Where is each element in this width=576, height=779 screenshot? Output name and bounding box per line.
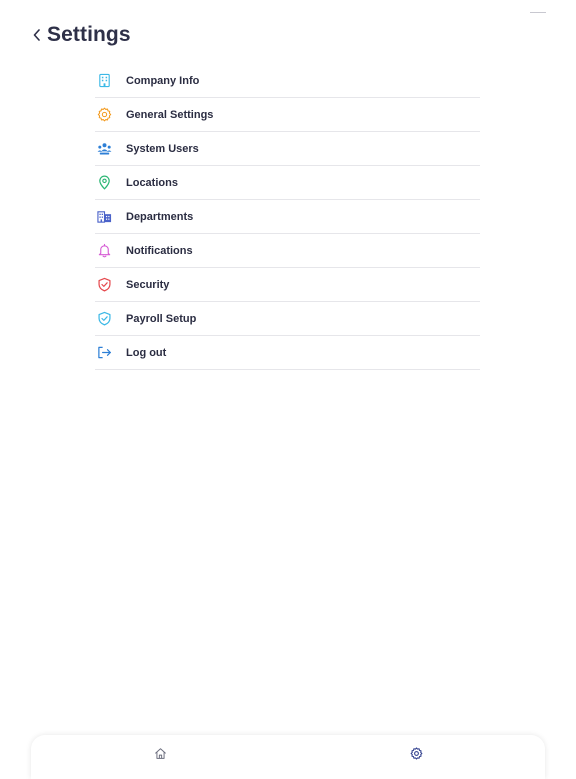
menu-item-label: General Settings — [126, 108, 214, 121]
menu-item-label: Departments — [126, 210, 194, 223]
map-pin-icon — [95, 174, 113, 192]
menu-item-label: Security — [126, 278, 170, 291]
users-icon — [95, 140, 113, 158]
menu-item-label: Notifications — [126, 244, 193, 257]
menu-item-general-settings[interactable]: General Settings — [95, 98, 480, 132]
departments-icon — [95, 208, 113, 226]
tab-home[interactable] — [149, 744, 171, 762]
menu-item-label: System Users — [126, 142, 199, 155]
shield-check-icon — [95, 310, 113, 328]
menu-item-departments[interactable]: Departments — [95, 200, 480, 234]
menu-item-log-out[interactable]: Log out — [95, 336, 480, 370]
menu-item-locations[interactable]: Locations — [95, 166, 480, 200]
chevron-left-icon — [33, 29, 40, 41]
bottom-tab-bar — [31, 735, 545, 779]
logout-icon — [95, 344, 113, 362]
menu-item-company-info[interactable]: Company Info — [95, 64, 480, 98]
building-icon — [95, 72, 113, 90]
settings-menu: Company Info General Settings System Use… — [95, 64, 480, 370]
menu-item-system-users[interactable]: System Users — [95, 132, 480, 166]
menu-item-label: Log out — [126, 346, 167, 359]
shield-check-icon — [95, 276, 113, 294]
page-header: Settings — [30, 20, 131, 50]
menu-item-label: Locations — [126, 176, 178, 189]
status-bar-indicator — [530, 12, 546, 13]
menu-item-security[interactable]: Security — [95, 268, 480, 302]
tab-settings[interactable] — [405, 744, 427, 762]
gear-icon — [410, 746, 422, 760]
menu-item-label: Payroll Setup — [126, 312, 197, 325]
page-title: Settings — [47, 23, 131, 46]
menu-item-payroll-setup[interactable]: Payroll Setup — [95, 302, 480, 336]
gear-icon — [95, 106, 113, 124]
menu-item-label: Company Info — [126, 74, 200, 87]
bell-icon — [95, 242, 113, 260]
menu-item-notifications[interactable]: Notifications — [95, 234, 480, 268]
back-button[interactable] — [30, 21, 44, 49]
home-icon — [154, 747, 166, 759]
